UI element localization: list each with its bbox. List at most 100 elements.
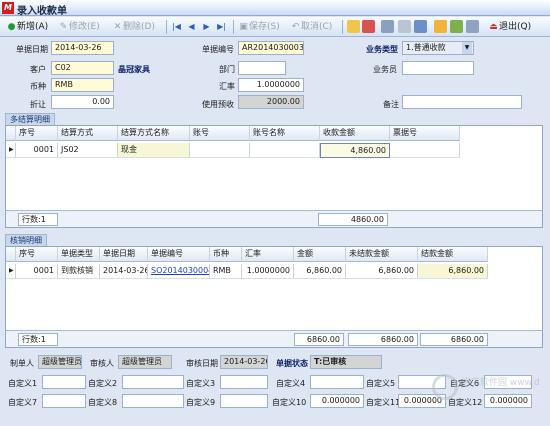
custom4-label: 自定义4 [276, 379, 306, 388]
custom11-label: 自定义11 [366, 398, 401, 407]
custom8-field[interactable] [122, 394, 184, 408]
refresh-icon[interactable] [450, 20, 463, 33]
new-label: 新增(A) [17, 22, 49, 32]
rate-field[interactable]: 1.0000000 [238, 78, 304, 92]
billno-field[interactable]: AR2014030003 [238, 41, 304, 55]
cell-account[interactable] [190, 143, 250, 158]
writeoff-total-amount: 6860.00 [294, 333, 344, 346]
col-method[interactable]: 结算方式 [58, 126, 118, 141]
cell-account-name[interactable] [250, 143, 320, 158]
biztype-select[interactable]: 1.普通收款 ▼ [402, 41, 474, 55]
custom7-field[interactable] [42, 394, 86, 408]
custom10-field[interactable]: 0.000000 [310, 394, 364, 408]
col-unsettled[interactable]: 未结款金额 [346, 247, 418, 262]
dept-field[interactable] [238, 61, 286, 75]
cell-unsettled[interactable]: 6,860.00 [346, 264, 418, 279]
col-amount[interactable]: 收款金额 [320, 126, 390, 141]
prev-icon[interactable]: ◀ [185, 20, 198, 33]
window-title: 录入收款单 [17, 6, 67, 17]
cell-billno-link[interactable]: SO2014030004 [148, 264, 210, 279]
custom9-field[interactable] [220, 394, 268, 408]
col-account[interactable]: 账号 [190, 126, 250, 141]
help-icon[interactable] [466, 20, 479, 33]
save-button[interactable]: ▣保存(S) [238, 19, 280, 35]
col-seq[interactable]: 序号 [16, 247, 58, 262]
col-rate[interactable]: 汇率 [242, 247, 294, 262]
exit-button[interactable]: ⏏退出(Q) [488, 19, 531, 35]
exit-icon: ⏏ [489, 22, 498, 32]
auditdate-field: 2014-03-26 [220, 355, 268, 369]
tab-settle[interactable]: 多结算明细 [5, 113, 55, 125]
cell-seq[interactable]: 0001 [16, 264, 58, 279]
edit-label: 修改(E) [69, 22, 100, 32]
remark-field[interactable] [402, 95, 522, 109]
cell-method-name[interactable]: 现金 [118, 143, 190, 158]
col-ticket[interactable]: 票据号 [390, 126, 460, 141]
cell-settled[interactable]: 6,860.00 [418, 264, 488, 279]
col-account-name[interactable]: 账号名称 [250, 126, 320, 141]
toolbar: ● 新增(A) ✎ 修改(E) ✕ 删除(D) |◀ ◀ ▶ ▶| ▣保存(S) ↶ 取… [0, 17, 550, 37]
separator [342, 20, 343, 34]
cell-amount[interactable]: 6,860.00 [294, 264, 346, 279]
cell-type[interactable]: 到款核销 [58, 264, 100, 279]
custom2-field[interactable] [122, 375, 184, 389]
table-row[interactable]: ▶ 0001 到款核销 2014-03-26 SO2014030004 RMB … [6, 264, 542, 279]
custom8-label: 自定义8 [88, 398, 118, 407]
salesman-field[interactable] [402, 61, 474, 75]
auditor-label: 审核人 [90, 359, 114, 368]
folder-icon[interactable] [347, 20, 360, 33]
cell-date[interactable]: 2014-03-26 [100, 264, 148, 279]
edit-button[interactable]: ✎ 修改(E) [58, 19, 100, 35]
settle-footer: 行数:1 4860.00 [6, 210, 542, 227]
biztype-label: 业务类型 [366, 45, 398, 54]
cancel-button[interactable]: ↶ 取消(C) [290, 19, 333, 35]
col-currency[interactable]: 币种 [210, 247, 242, 262]
first-icon[interactable]: |◀ [170, 20, 183, 33]
table-row[interactable]: ▶ 0001 JS02 现金 4,860.00 [6, 143, 542, 158]
print-icon[interactable] [381, 20, 394, 33]
export-icon[interactable] [434, 20, 447, 33]
discount-field[interactable]: 0.00 [51, 95, 114, 109]
next-icon[interactable]: ▶ [200, 20, 213, 33]
custom10-label: 自定义10 [272, 398, 307, 407]
tab-writeoff[interactable]: 核销明细 [5, 234, 47, 246]
new-button[interactable]: ● 新增(A) [6, 19, 49, 35]
custom4-field[interactable] [310, 375, 364, 389]
settings-icon[interactable] [398, 20, 411, 33]
last-icon[interactable]: ▶| [215, 20, 228, 33]
currency-field[interactable]: RMB [51, 78, 114, 92]
remark-label: 备注 [383, 100, 399, 109]
customer-field[interactable]: C02 [51, 61, 114, 75]
col-date[interactable]: 单据日期 [100, 247, 148, 262]
cell-currency[interactable]: RMB [210, 264, 242, 279]
cell-seq[interactable]: 0001 [16, 143, 58, 158]
dept-label: 部门 [219, 65, 235, 74]
custom3-field[interactable] [220, 375, 268, 389]
writeoff-total-unsettled: 6860.00 [348, 333, 418, 346]
cell-method[interactable]: JS02 [58, 143, 118, 158]
maker-field: 超级管理员 [38, 355, 82, 369]
col-type[interactable]: 单据类型 [58, 247, 100, 262]
col-settled[interactable]: 结款金额 [418, 247, 488, 262]
col-seq[interactable]: 序号 [16, 126, 58, 141]
delete-button[interactable]: ✕ 删除(D) [112, 19, 155, 35]
customer-name: 晶冠家具 [118, 65, 150, 74]
title-bar: M 录入收款单 [0, 0, 550, 17]
custom1-field[interactable] [42, 375, 86, 389]
col-method-name[interactable]: 结算方式名称 [118, 126, 190, 141]
cell-amount[interactable]: 4,860.00 [320, 143, 390, 158]
delete-label: 删除(D) [123, 22, 155, 32]
prepay-field: 2000.00 [238, 95, 304, 109]
col-billno[interactable]: 单据编号 [148, 247, 210, 262]
cell-ticket[interactable] [390, 143, 460, 158]
app-logo: M [2, 2, 14, 14]
col-amount[interactable]: 金额 [294, 247, 346, 262]
save-label: 保存(S) [249, 22, 280, 32]
preview-icon[interactable] [414, 20, 427, 33]
cell-rate[interactable]: 1.0000000 [242, 264, 294, 279]
document-icon[interactable] [362, 20, 375, 33]
exit-label: 退出(Q) [499, 22, 532, 32]
biztype-value: 1.普通收款 [406, 43, 446, 52]
date-field[interactable]: 2014-03-26 [51, 41, 114, 55]
settle-grid: 序号 结算方式 结算方式名称 账号 账号名称 收款金额 票据号 ▶ 0001 J… [5, 125, 543, 228]
